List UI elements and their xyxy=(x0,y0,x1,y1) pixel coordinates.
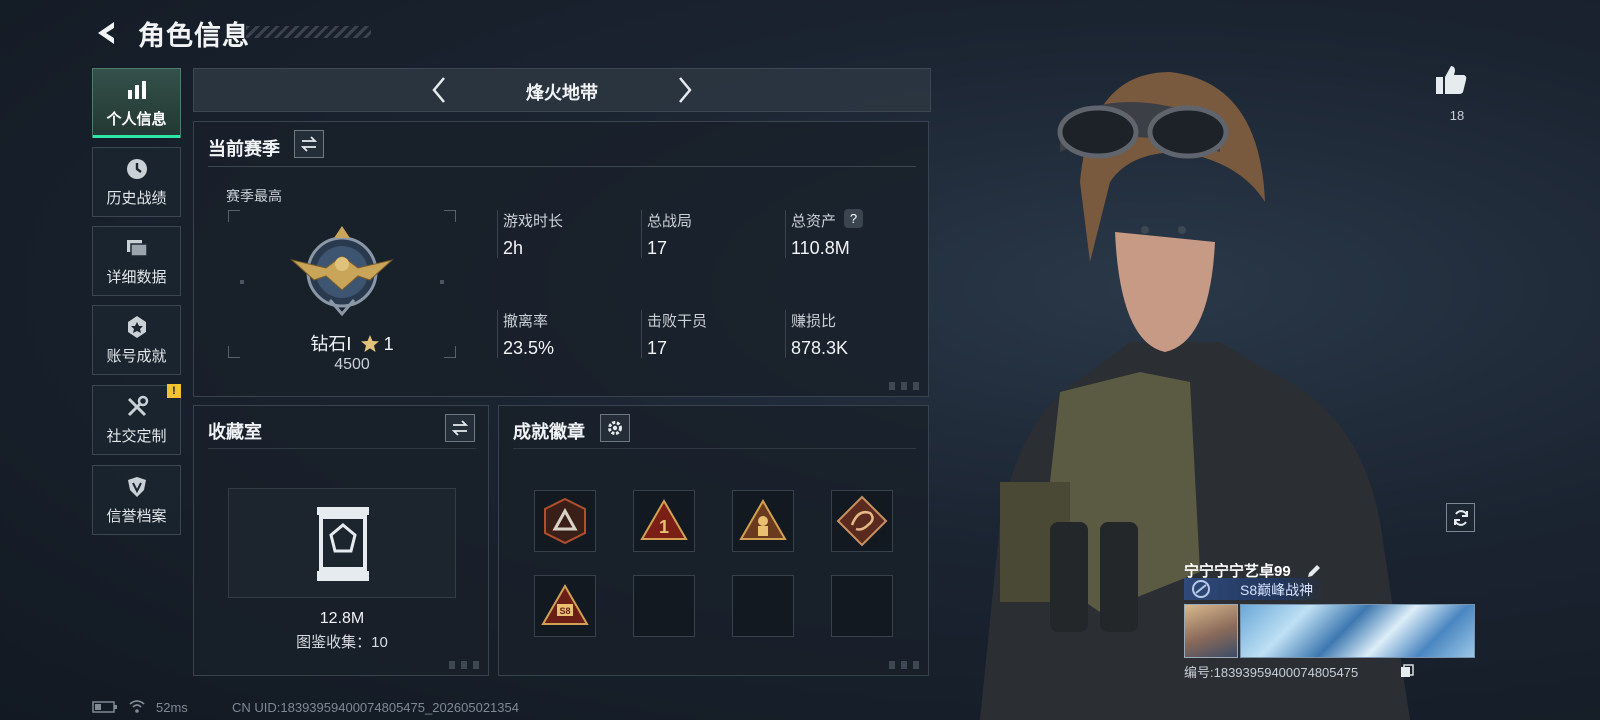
sidebar-item-personal-info[interactable]: 个人信息 xyxy=(92,68,181,138)
empty-badge-slot[interactable] xyxy=(633,575,695,637)
sidebar-item-reputation[interactable]: 信誉档案 xyxy=(92,465,181,535)
refresh-icon xyxy=(1453,509,1468,526)
chevron-right-icon[interactable] xyxy=(670,75,698,105)
edit-pencil-icon[interactable] xyxy=(1306,563,1322,579)
avatar[interactable] xyxy=(1184,604,1238,658)
stat-value-kills: 17 xyxy=(647,338,668,358)
wifi-icon xyxy=(129,700,145,713)
achievement-badge[interactable]: S8 xyxy=(534,575,596,637)
title-decoration xyxy=(246,26,371,38)
s8-badge-icon: S8 xyxy=(541,584,589,625)
rank-stars: 1 xyxy=(383,334,394,354)
achievement-badge[interactable] xyxy=(534,490,596,552)
achievements-settings-button[interactable] xyxy=(600,414,630,442)
like-count: 18 xyxy=(1449,108,1465,123)
gear-icon xyxy=(608,421,622,435)
vault-icon xyxy=(317,507,369,581)
player-id: 编号:18393959400074805475 xyxy=(1184,665,1359,680)
alert-badge: ! xyxy=(167,384,181,398)
empty-badge-slot[interactable] xyxy=(732,575,794,637)
stat-label-assets: 总资产 xyxy=(791,213,837,230)
help-icon[interactable]: ? xyxy=(844,209,863,228)
collection-title: 收藏室 xyxy=(208,422,262,442)
rank-title: 钻石Ⅰ 1 xyxy=(297,330,407,356)
sidebar-item-history[interactable]: 历史战绩 xyxy=(92,147,181,217)
stat-label-matches: 总战局 xyxy=(647,213,693,230)
mode-selector: 烽火地带 xyxy=(193,68,931,112)
stat-label-extract-rate: 撤离率 xyxy=(503,313,549,330)
sidebar-item-label: 社交定制 xyxy=(106,428,167,445)
rotate-button[interactable] xyxy=(1446,503,1475,532)
battery-icon xyxy=(92,701,117,713)
achievements-title: 成就徽章 xyxy=(513,422,585,442)
sidebar-item-label: 详细数据 xyxy=(106,269,167,286)
title-emblem-icon xyxy=(1192,580,1210,598)
badge-star-icon xyxy=(127,316,146,338)
stat-value-playtime: 2h xyxy=(503,238,524,258)
page-title: 角色信息 xyxy=(138,21,250,51)
rank-name: 钻石Ⅰ xyxy=(310,334,352,354)
rank-one-badge-icon: 1 xyxy=(640,499,688,540)
season-swap-button[interactable] xyxy=(294,130,324,158)
tools-icon xyxy=(127,395,148,417)
copy-icon[interactable] xyxy=(1400,664,1414,678)
sidebar-item-achievements[interactable]: 账号成就 xyxy=(92,305,181,375)
mode-label: 烽火地带 xyxy=(526,83,598,103)
sidebar-item-detailed-data[interactable]: 详细数据 xyxy=(92,226,181,296)
stat-value-profit-ratio: 878.3K xyxy=(791,338,849,358)
player-title-tag: S8巅峰战神 xyxy=(1240,582,1314,598)
svg-text:S8: S8 xyxy=(559,606,570,616)
achievement-badge[interactable] xyxy=(831,490,893,552)
shield-icon xyxy=(127,477,146,497)
sidebar-item-label: 账号成就 xyxy=(106,348,167,365)
collection-value: 12.8M xyxy=(319,610,365,627)
collection-panel: 收藏室 12.8M 图鉴收集：10 xyxy=(193,405,489,676)
svg-text:1: 1 xyxy=(659,517,669,537)
stat-value-assets: 110.8M xyxy=(791,238,850,258)
rank-emblem-icon xyxy=(290,226,394,317)
back-arrow-icon[interactable] xyxy=(92,18,122,48)
stat-label-kills: 击败干员 xyxy=(647,313,708,330)
bar-chart-icon xyxy=(127,81,146,99)
rank-score: 4500 xyxy=(334,356,370,373)
collection-caption: 图鉴收集：10 xyxy=(296,634,388,651)
stat-value-matches: 17 xyxy=(647,238,668,258)
ping-text: 52ms xyxy=(156,700,188,715)
sidebar-item-social-custom[interactable]: 社交定制 ! xyxy=(92,384,181,455)
sidebar-item-label: 信誉档案 xyxy=(106,508,167,525)
collection-swap-button[interactable] xyxy=(445,414,475,442)
achievement-badge[interactable]: 1 xyxy=(633,490,695,552)
pyramid-badge-icon xyxy=(544,497,586,545)
season-panel: 当前赛季 赛季最高 钻石Ⅰ 1 4500 游戏时长 2h 总战局 17 总资产 … xyxy=(193,121,929,397)
stat-label-playtime: 游戏时长 xyxy=(503,213,564,230)
stat-label-profit-ratio: 赚损比 xyxy=(791,313,837,330)
season-best-label: 赛季最高 xyxy=(226,188,282,204)
achievement-badge[interactable] xyxy=(732,490,794,552)
profile-banner[interactable] xyxy=(1240,604,1475,658)
collection-preview[interactable] xyxy=(228,488,456,598)
clock-icon xyxy=(126,159,147,179)
stat-value-extract-rate: 23.5% xyxy=(503,338,555,358)
achievements-panel: 成就徽章 1 S8 xyxy=(498,405,929,676)
dragon-badge-icon xyxy=(836,495,888,547)
sidebar-item-label: 历史战绩 xyxy=(106,190,167,207)
uid-text: CN UID:18393959400074805475_202605021354 xyxy=(232,700,519,715)
empty-badge-slot[interactable] xyxy=(831,575,893,637)
thumbs-up-icon[interactable] xyxy=(1434,64,1468,96)
swap-arrows-icon xyxy=(300,136,318,152)
season-title: 当前赛季 xyxy=(208,139,280,159)
swap-arrows-icon xyxy=(451,420,469,436)
star-icon xyxy=(360,335,379,352)
divider xyxy=(208,166,916,167)
soldier-badge-icon xyxy=(739,499,787,540)
sidebar-item-label: 个人信息 xyxy=(106,111,167,128)
folders-icon xyxy=(126,240,148,257)
